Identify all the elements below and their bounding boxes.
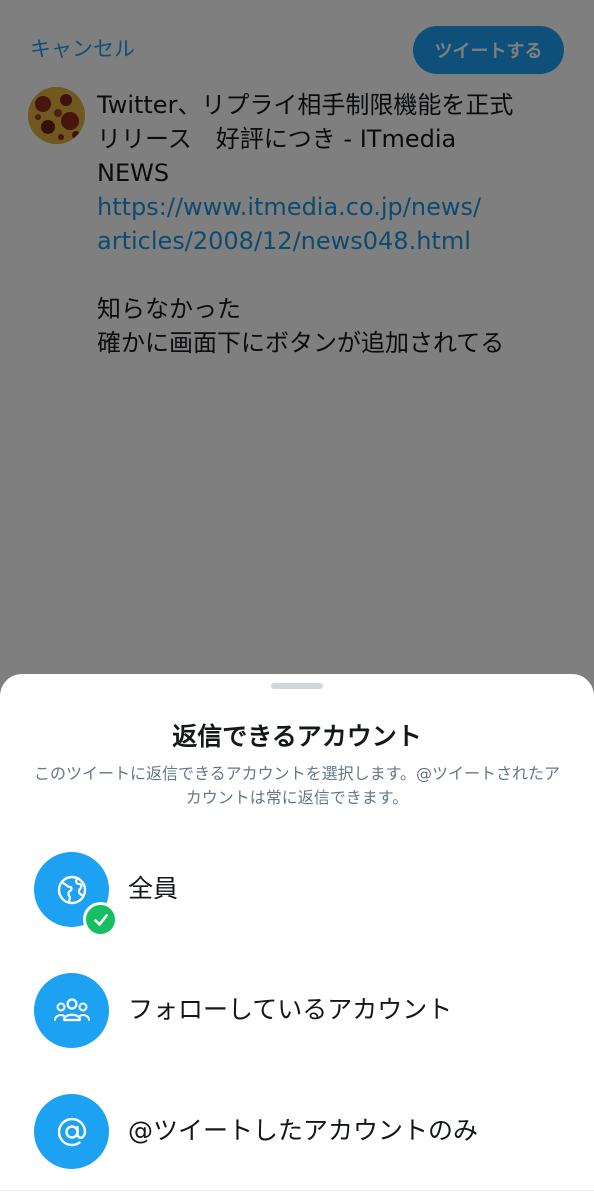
reply-option-label: 全員 — [128, 874, 179, 903]
reply-option-label: @ツイートしたアカウントのみ — [128, 1116, 479, 1145]
reply-settings-sheet: 返信できるアカウント このツイートに返信できるアカウントを選択します。@ツイート… — [0, 674, 594, 1200]
reply-option-mentioned-only[interactable]: @ツイートしたアカウントのみ — [0, 1094, 594, 1194]
divider — [0, 1190, 594, 1191]
reply-option-following[interactable]: フォローしているアカウント — [0, 973, 594, 1073]
reply-option-everyone[interactable]: 全員 — [0, 852, 594, 952]
people-icon — [34, 973, 109, 1048]
at-sign-icon — [34, 1094, 109, 1169]
selected-check-icon — [83, 902, 118, 937]
sheet-title: 返信できるアカウント — [172, 722, 422, 751]
sheet-description: このツイートに返信できるアカウントを選択します。@ツイートされたアカウントは常に… — [33, 764, 561, 807]
reply-option-label: フォローしているアカウント — [128, 995, 453, 1024]
sheet-grabber-handle[interactable] — [271, 683, 323, 689]
